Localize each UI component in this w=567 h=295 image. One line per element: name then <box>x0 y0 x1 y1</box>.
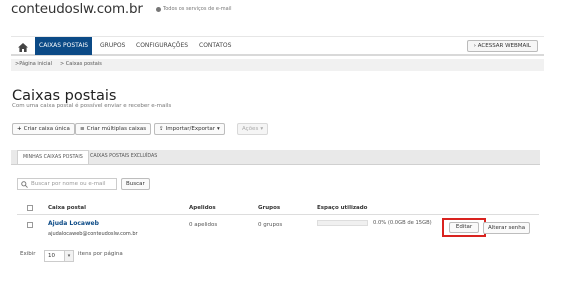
actions-label: Ações <box>242 126 259 132</box>
mailbox-email: ajudalocaweb@conteudoslw.com.br <box>48 231 138 237</box>
tab-caixas-postais[interactable]: CAIXAS POSTAIS <box>35 37 93 55</box>
upload-icon: ⇪ <box>159 126 164 132</box>
header-divider <box>17 214 539 215</box>
tab-deleted-mailboxes[interactable]: CAIXAS POSTAIS EXCLUÍDAS <box>85 150 162 164</box>
header-aliases: Apelidos <box>189 205 216 211</box>
create-single-label: Criar caixa única <box>23 126 70 132</box>
breadcrumb-current: > Caixas postais <box>60 61 102 67</box>
chevron-down-icon: ▾ <box>216 126 220 132</box>
per-page-label: itens por página <box>78 251 123 257</box>
header-usage: Espaço utilizado <box>317 205 368 211</box>
per-page-value: 10 <box>48 253 55 259</box>
service-status-text: Todos os serviços de e-mail <box>163 6 232 12</box>
status-dot-icon <box>156 6 161 12</box>
create-single-mailbox-button[interactable]: + Criar caixa única <box>12 123 75 135</box>
usage-text: 0.0% (0.0GB de 15GB) <box>373 220 432 226</box>
tab-my-mailboxes[interactable]: MINHAS CAIXAS POSTAIS <box>17 150 89 165</box>
webmail-chevron-icon: › <box>473 43 476 49</box>
breadcrumb-home[interactable]: >Página inicial <box>15 61 52 67</box>
search-placeholder: Buscar por nome ou e-mail <box>31 181 106 187</box>
usage-progress-bar <box>317 220 368 226</box>
show-label: Exibir <box>20 251 36 257</box>
create-multiple-label: Criar múltiplas caixas <box>86 126 147 132</box>
tab-configuracoes[interactable]: CONFIGURAÇÕES <box>132 37 192 55</box>
breadcrumb: >Página inicial > Caixas postais <box>11 59 544 71</box>
create-multiple-mailboxes-button[interactable]: ≡ Criar múltiplas caixas <box>75 123 152 135</box>
mailbox-name-link[interactable]: Ajuda Locaweb <box>48 220 99 227</box>
page-title: Caixas postais <box>12 88 117 104</box>
page-subtitle: Com uma caixa postal é possível enviar e… <box>12 103 172 109</box>
webmail-button[interactable]: › ACESSAR WEBMAIL <box>466 40 538 52</box>
main-nav: CAIXAS POSTAIS GRUPOS CONFIGURAÇÕES CONT… <box>11 36 544 56</box>
tab-contatos[interactable]: CONTATOS <box>195 37 235 55</box>
webmail-label: ACESSAR WEBMAIL <box>477 43 531 49</box>
subtabs: MINHAS CAIXAS POSTAIS CAIXAS POSTAIS EXC… <box>11 150 540 165</box>
search-button[interactable]: Buscar <box>121 178 150 190</box>
chevron-down-icon: ▾ <box>260 126 264 132</box>
home-icon[interactable] <box>15 39 31 55</box>
service-status: Todos os serviços de e-mail <box>156 6 231 12</box>
header-groups: Grupos <box>258 205 281 211</box>
select-all-checkbox[interactable] <box>27 205 33 211</box>
plus-icon: + <box>17 126 22 132</box>
header-mailbox: Caixa postal <box>48 205 87 211</box>
row-checkbox[interactable] <box>27 222 33 228</box>
domain-title: conteudoslw.com.br <box>11 1 143 17</box>
actions-button[interactable]: Ações ▾ <box>237 123 269 135</box>
edit-button[interactable]: Editar <box>448 222 480 233</box>
mailbox-groups: 0 grupos <box>258 222 283 228</box>
edit-highlight: Editar <box>442 218 486 237</box>
chevron-down-icon: ▾ <box>64 251 73 261</box>
tab-grupos[interactable]: GRUPOS <box>96 37 129 55</box>
per-page-select[interactable]: 10 ▾ <box>44 250 74 262</box>
search-input[interactable]: Buscar por nome ou e-mail <box>17 178 117 190</box>
mailbox-aliases: 0 apelidos <box>189 222 218 228</box>
list-icon: ≡ <box>80 126 85 132</box>
import-export-button[interactable]: ⇪ Importar/Exportar ▾ <box>154 123 225 135</box>
change-password-button[interactable]: Alterar senha <box>483 222 531 234</box>
search-icon <box>21 180 28 188</box>
import-export-label: Importar/Exportar <box>165 126 215 132</box>
